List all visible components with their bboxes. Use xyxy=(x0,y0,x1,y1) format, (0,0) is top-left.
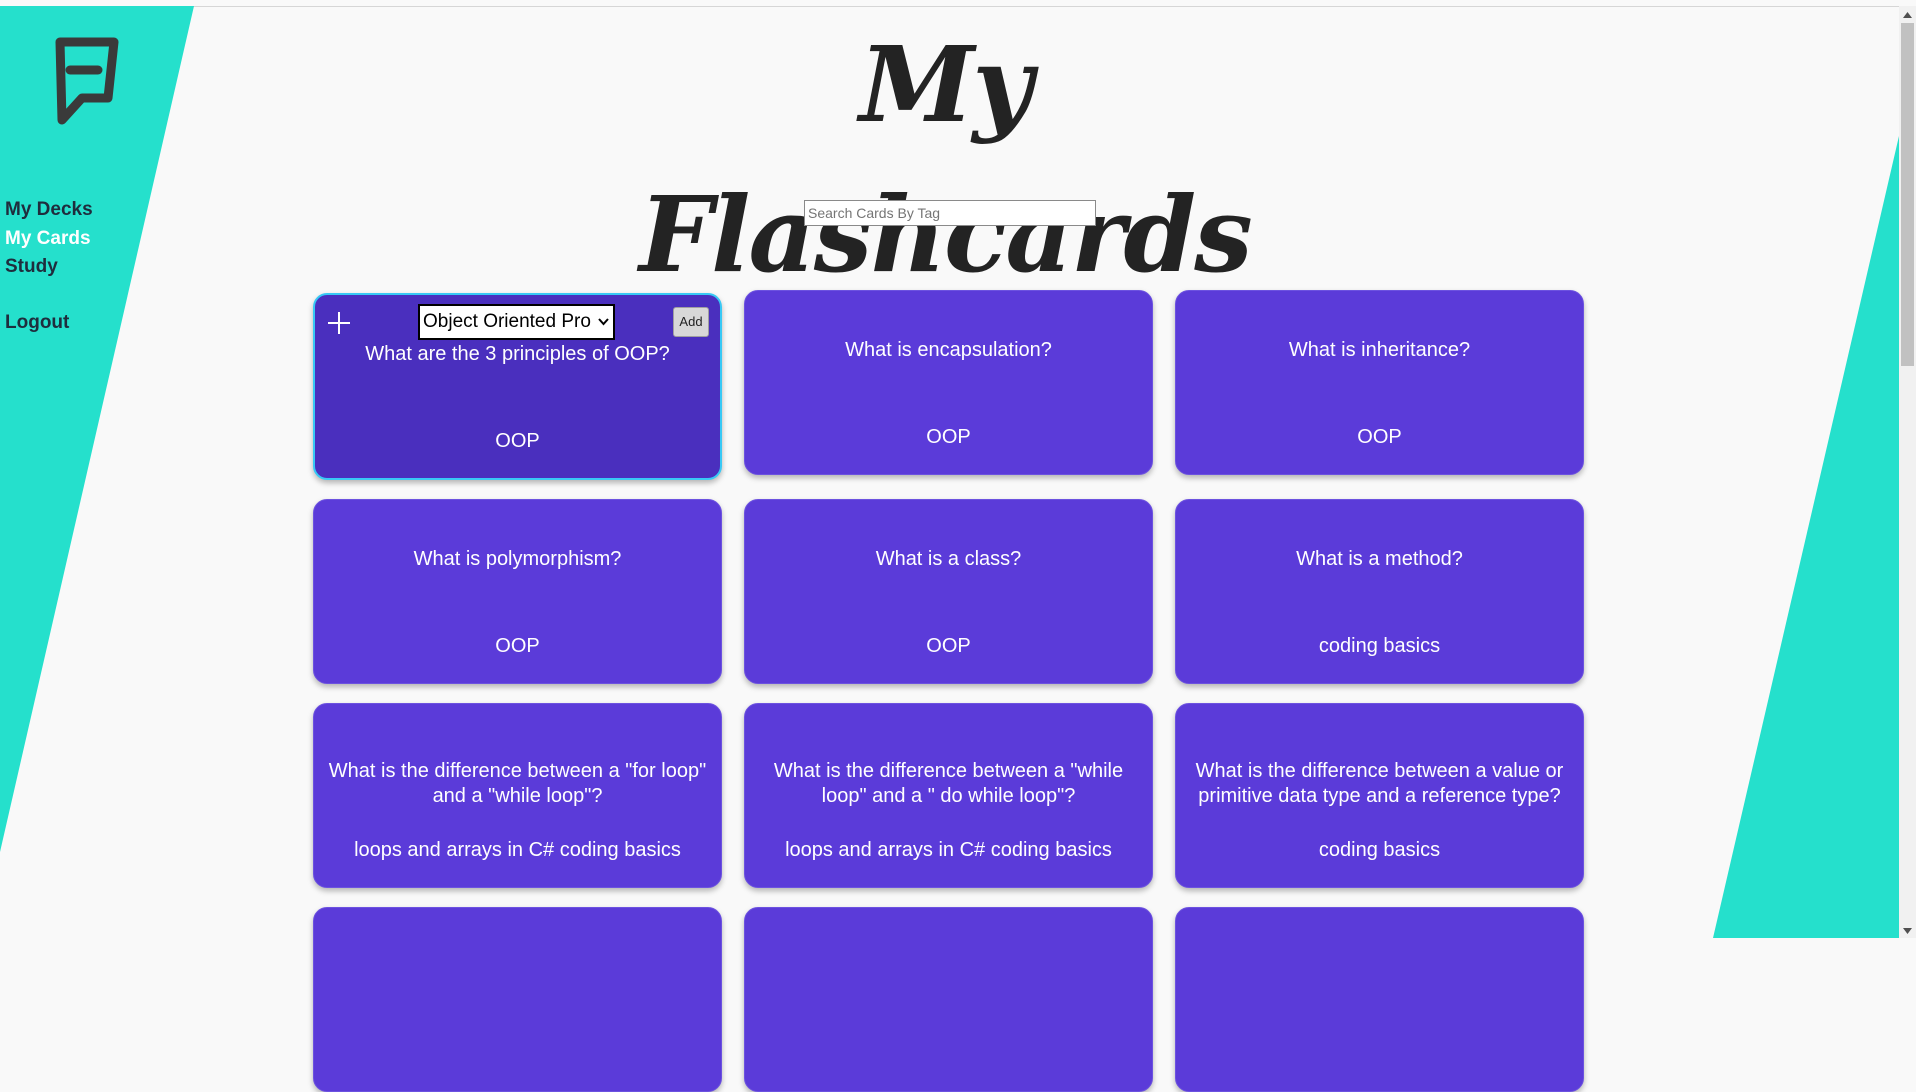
flashcard[interactable]: What is the difference between a "while … xyxy=(744,703,1153,888)
flashcard[interactable]: Object Oriented Pro Add What are the 3 p… xyxy=(313,293,722,480)
card-question: What is encapsulation? xyxy=(845,339,1052,361)
flashcard[interactable] xyxy=(744,907,1153,1092)
card-tag: OOP xyxy=(495,430,540,452)
card-question: What is the difference between a value o… xyxy=(1195,760,1564,807)
deck-select-value: Object Oriented Pro xyxy=(423,311,591,332)
card-tag: OOP xyxy=(1357,426,1402,448)
scroll-down-arrow-icon[interactable] xyxy=(1903,928,1912,934)
flashcard[interactable] xyxy=(313,907,722,1092)
card-tag: loops and arrays in C# coding basics xyxy=(785,839,1112,861)
card-question: What is the difference between a "while … xyxy=(773,760,1124,807)
sidebar-nav: My Decks My Cards Study Logout xyxy=(5,196,93,337)
search-cards-input[interactable] xyxy=(804,200,1096,226)
card-question: What is inheritance? xyxy=(1288,339,1471,361)
card-question xyxy=(759,955,1138,1007)
nav-study[interactable]: Study xyxy=(5,253,93,282)
deck-select[interactable]: Object Oriented Pro xyxy=(418,304,615,340)
scrollbar-thumb[interactable] xyxy=(1901,23,1914,366)
nav-my-decks[interactable]: My Decks xyxy=(5,196,93,225)
card-question: What is a method? xyxy=(1296,548,1463,570)
flashcard[interactable]: What is polymorphism? OOP xyxy=(313,499,722,684)
cards-grid: Object Oriented Pro Add What are the 3 p… xyxy=(313,290,1584,1092)
right-teal-panel xyxy=(1713,136,1899,938)
flashcard[interactable]: What is a class? OOP xyxy=(744,499,1153,684)
flashcard[interactable]: What is the difference between a "for lo… xyxy=(313,703,722,888)
card-question: What is a class? xyxy=(875,548,1022,570)
flashcard[interactable] xyxy=(1175,907,1584,1092)
flashcard[interactable]: What is the difference between a value o… xyxy=(1175,703,1584,888)
flashcard[interactable]: What is inheritance? OOP xyxy=(1175,290,1584,475)
card-tag: OOP xyxy=(495,635,540,657)
card-question: What is the difference between a "for lo… xyxy=(328,760,707,807)
card-question xyxy=(328,955,707,1007)
scroll-up-arrow-icon[interactable] xyxy=(1903,12,1912,18)
card-question xyxy=(1190,955,1569,1007)
card-tag: OOP xyxy=(926,635,971,657)
flashcard[interactable]: What is a method? coding basics xyxy=(1175,499,1584,684)
nav-my-cards[interactable]: My Cards xyxy=(5,225,93,254)
vertical-scrollbar[interactable] xyxy=(1899,6,1916,938)
card-question: What is polymorphism? xyxy=(413,548,622,570)
flag-f-logo-icon[interactable] xyxy=(52,34,122,128)
page-title: My Flashcards xyxy=(639,23,1253,296)
chevron-down-icon xyxy=(598,318,609,326)
card-tag: coding basics xyxy=(1318,839,1441,861)
card-question: What are the 3 principles of OOP? xyxy=(365,343,670,365)
flashcard[interactable]: What is encapsulation? OOP xyxy=(744,290,1153,475)
card-tag: loops and arrays in C# coding basics xyxy=(354,839,681,861)
plus-icon[interactable] xyxy=(325,309,353,337)
left-teal-panel xyxy=(0,6,194,852)
add-to-deck-button[interactable]: Add xyxy=(673,307,709,337)
nav-logout[interactable]: Logout xyxy=(5,309,93,338)
card-tag: OOP xyxy=(926,426,971,448)
card-tag: coding basics xyxy=(1318,635,1441,657)
